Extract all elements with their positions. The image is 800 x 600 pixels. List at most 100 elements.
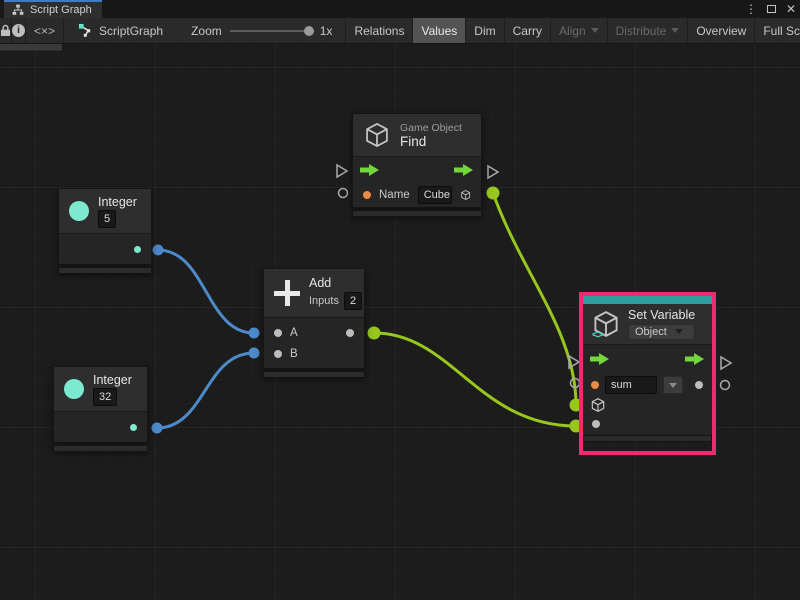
node-title: Find	[400, 134, 462, 149]
wire-endpoint[interactable]	[153, 245, 164, 256]
flow-in-arrow-icon[interactable]	[360, 164, 380, 176]
wire-endpoint[interactable]	[249, 348, 260, 359]
chevron-down-icon	[591, 28, 599, 33]
flow-out-arrow-icon[interactable]	[454, 164, 474, 176]
tab-bar: Script Graph ⋮ ✕	[0, 0, 800, 18]
wire-integer32-to-add-b[interactable]	[157, 353, 254, 428]
zoom-value: 1x	[320, 24, 333, 38]
integer-type-icon	[64, 379, 84, 399]
setvariable-flow-output-port[interactable]	[721, 357, 731, 369]
setvariable-output-dot[interactable]	[695, 381, 703, 389]
window-controls: ⋮ ✕	[745, 0, 796, 18]
node-title: Add	[309, 276, 362, 290]
flow-in-arrow-icon[interactable]	[590, 353, 610, 365]
node-title: Set Variable	[628, 308, 695, 322]
wire-endpoint[interactable]	[368, 327, 381, 340]
integer-type-icon	[69, 201, 89, 221]
variable-kind-dropdown[interactable]: Object	[628, 324, 695, 340]
graph-canvas[interactable]: Integer 5 Integer 32	[0, 44, 800, 600]
port-label-b: B	[290, 348, 298, 360]
node-add[interactable]: Add Inputs 2 A B	[263, 268, 365, 378]
tab-title: Script Graph	[30, 4, 92, 16]
chevron-down-icon	[675, 329, 683, 334]
chevron-down-icon	[671, 28, 679, 33]
graph-breadcrumb[interactable]: ScriptGraph	[64, 18, 173, 43]
tab-script-graph[interactable]: Script Graph	[4, 0, 102, 18]
node-footer	[263, 371, 365, 378]
window-menu-button[interactable]: ⋮	[745, 2, 757, 16]
node-set-variable[interactable]: <> Set Variable Object	[579, 292, 716, 455]
add-icon	[274, 280, 300, 306]
lock-icon	[0, 24, 11, 37]
integer-output-port[interactable]	[130, 424, 137, 431]
info-button[interactable]: i	[12, 18, 26, 43]
node-footer	[583, 435, 712, 442]
lock-button[interactable]	[0, 18, 12, 43]
graph-toolbar: i <×> ScriptGraph Zoom 1x Relations Valu…	[0, 18, 800, 44]
node-integer-32[interactable]: Integer 32	[53, 366, 148, 452]
integer-value-field[interactable]: 5	[98, 210, 116, 228]
code-icon: <×>	[34, 24, 55, 38]
graph-name-label: ScriptGraph	[99, 24, 163, 38]
gameobject-cube-icon	[363, 121, 391, 149]
variable-name-input[interactable]	[605, 376, 657, 394]
find-name-port-dot[interactable]	[363, 191, 371, 199]
variable-color-strip	[583, 296, 712, 304]
align-label: Align	[559, 24, 586, 38]
find-result-output-port[interactable]	[487, 187, 500, 200]
flow-out-arrow-icon[interactable]	[685, 353, 705, 365]
dim-button[interactable]: Dim	[466, 18, 504, 43]
zoom-control: Zoom 1x	[173, 18, 342, 43]
align-button: Align	[551, 18, 608, 43]
zoom-label: Zoom	[191, 24, 222, 38]
inputs-label: Inputs	[309, 295, 339, 307]
overview-button[interactable]: Overview	[688, 18, 755, 43]
gameobject-port-icon[interactable]	[460, 187, 471, 203]
distribute-button: Distribute	[608, 18, 689, 43]
node-footer	[352, 210, 482, 217]
set-variable-icon: <>	[591, 309, 621, 339]
zoom-slider[interactable]	[230, 30, 312, 32]
info-icon: i	[12, 24, 25, 37]
wire-find-to-setvariable[interactable]	[493, 193, 576, 405]
close-button[interactable]: ✕	[786, 2, 796, 16]
add-input-a-port[interactable]	[274, 329, 282, 337]
name-label: Name	[379, 189, 410, 201]
node-footer	[53, 445, 148, 452]
carry-button[interactable]: Carry	[505, 18, 551, 43]
node-title: Integer	[98, 195, 137, 209]
integer-output-port[interactable]	[134, 246, 141, 253]
setvariable-value-port[interactable]	[592, 420, 600, 428]
script-graph-window: Script Graph ⋮ ✕ i <×>	[0, 0, 800, 600]
zoom-slider-handle[interactable]	[304, 26, 314, 36]
variable-name-dropdown-button[interactable]	[663, 376, 683, 394]
values-button[interactable]: Values	[413, 18, 466, 43]
find-name-input-port[interactable]	[339, 189, 348, 198]
find-flow-input-port[interactable]	[337, 165, 347, 177]
variable-kind-label: Object	[635, 326, 667, 338]
gameobject-port-icon[interactable]	[590, 397, 606, 413]
code-preview-button[interactable]: <×>	[26, 18, 64, 43]
wire-integer5-to-add-a[interactable]	[158, 250, 254, 333]
setvariable-value-output-port[interactable]	[721, 381, 730, 390]
wire-endpoint[interactable]	[249, 328, 260, 339]
node-footer	[58, 267, 152, 274]
add-input-b-port[interactable]	[274, 350, 282, 358]
wire-add-to-setvariable[interactable]	[374, 333, 576, 426]
node-integer-5[interactable]: Integer 5	[58, 188, 152, 274]
wire-endpoint[interactable]	[152, 423, 163, 434]
graph-hierarchy-icon	[12, 4, 24, 16]
chevron-down-icon	[669, 383, 677, 388]
find-name-field[interactable]: Cube	[418, 186, 452, 204]
maximize-button[interactable]	[767, 5, 776, 13]
fullscreen-button[interactable]: Full Screen	[755, 18, 800, 43]
integer-value-field[interactable]: 32	[93, 388, 117, 406]
port-label-a: A	[290, 327, 298, 339]
node-gameobject-find[interactable]: Game Object Find Name Cube	[352, 113, 482, 217]
add-output-port[interactable]	[346, 329, 354, 337]
variable-name-port[interactable]	[591, 381, 599, 389]
script-graph-icon	[78, 23, 93, 38]
find-flow-output-port[interactable]	[488, 166, 498, 178]
relations-button[interactable]: Relations	[346, 18, 413, 43]
inputs-count-field[interactable]: 2	[344, 292, 362, 310]
